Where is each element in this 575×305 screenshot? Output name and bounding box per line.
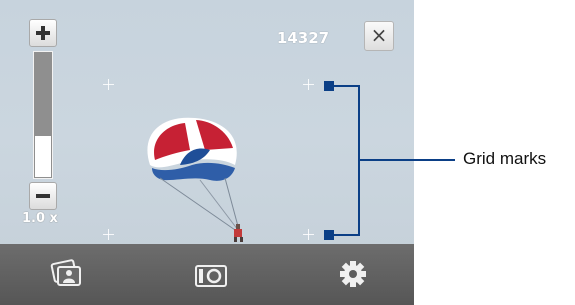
zoom-in-button[interactable] bbox=[29, 19, 57, 47]
zoom-slider-fill bbox=[35, 136, 51, 177]
album-icon bbox=[50, 259, 81, 286]
camera-mode-icon bbox=[195, 265, 227, 287]
annotation-label: Grid marks bbox=[463, 149, 547, 168]
settings-button[interactable] bbox=[335, 258, 371, 290]
annotation-leader-line bbox=[360, 159, 455, 161]
close-icon: × bbox=[370, 23, 388, 47]
shot-counter: 14327 bbox=[276, 29, 330, 47]
settings-gear-icon bbox=[340, 261, 366, 287]
camera-toolbar bbox=[0, 244, 414, 305]
zoom-level-label: 1.0 x bbox=[22, 211, 58, 226]
camera-viewfinder[interactable]: 1.0 x 14327 × bbox=[0, 0, 414, 305]
close-button[interactable]: × bbox=[364, 21, 394, 51]
annotation-bracket-top bbox=[330, 85, 360, 87]
zoom-slider[interactable] bbox=[33, 51, 53, 179]
camera-mode-button[interactable] bbox=[193, 258, 229, 290]
album-button[interactable] bbox=[49, 258, 85, 290]
annotation-bracket-bottom bbox=[330, 234, 360, 236]
zoom-out-button[interactable] bbox=[29, 182, 57, 210]
